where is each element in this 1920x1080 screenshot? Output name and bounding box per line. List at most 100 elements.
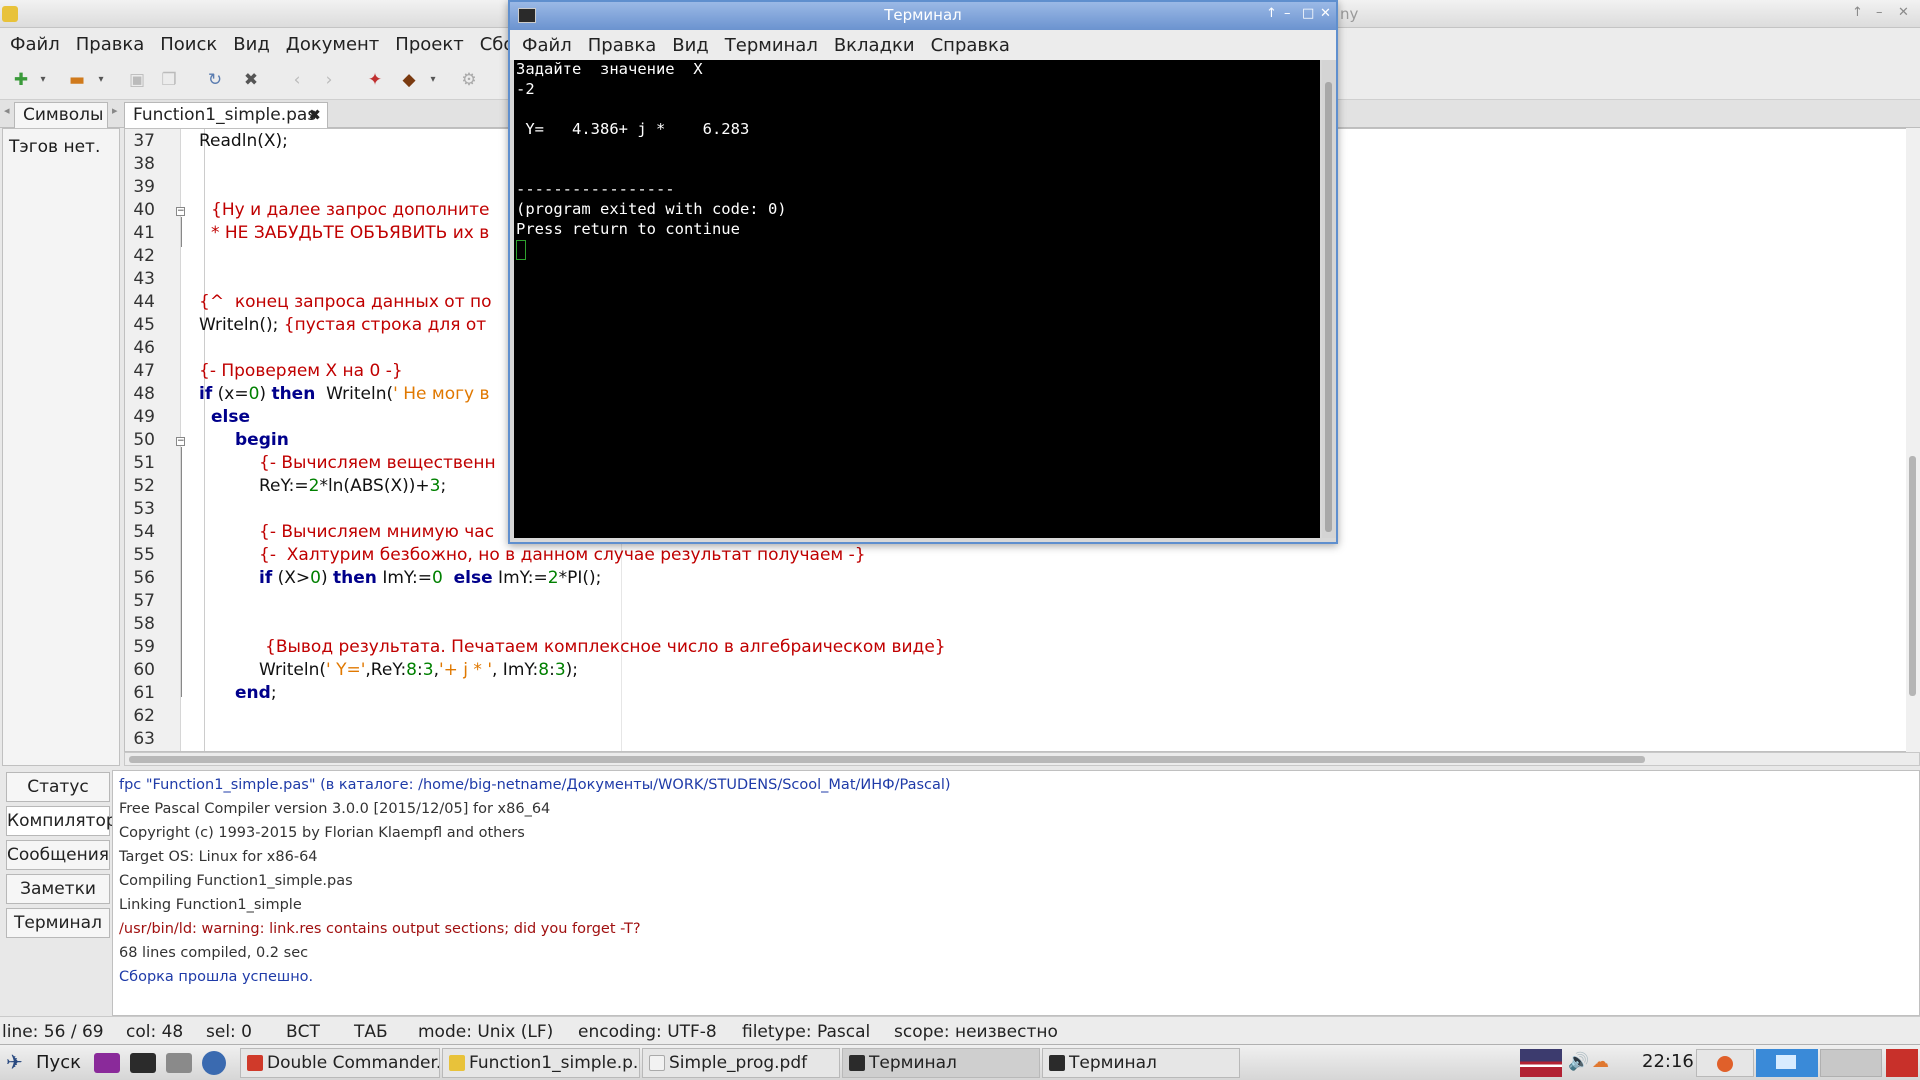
tab-symbols[interactable]: Символы [14, 102, 108, 128]
build-dropdown-icon[interactable]: ▾ [426, 67, 440, 93]
reload-icon[interactable]: ↻ [202, 67, 228, 93]
tab-notes[interactable]: Заметки [6, 874, 110, 904]
volume-icon[interactable]: 🔊 [1568, 1052, 1589, 1072]
save-icon[interactable]: ▣ [124, 67, 150, 93]
code-line: ReY:=2*ln(ABS(X))+3; [259, 476, 447, 496]
new-file-icon[interactable]: ✚ [8, 67, 34, 93]
browser-launcher-icon[interactable] [202, 1051, 226, 1075]
terminal-raise-icon[interactable]: ↑ [1266, 6, 1277, 21]
terminal-titlebar[interactable]: Терминал ↑ – □ ✕ [510, 2, 1336, 30]
tab-terminal[interactable]: Терминал [6, 908, 110, 938]
launcher-icon[interactable] [94, 1053, 120, 1073]
scroll-thumb[interactable] [129, 756, 1645, 763]
status-bar: line: 56 / 69 col: 48 sel: 0 ВСТ ТАБ mod… [0, 1016, 1920, 1044]
code-line: begin [235, 430, 289, 450]
menu-search[interactable]: Поиск [152, 34, 225, 55]
tab-messages[interactable]: Сообщения [6, 840, 110, 870]
compile-icon[interactable]: ✦ [362, 67, 388, 93]
back-icon[interactable]: ‹ [284, 67, 310, 93]
line-number: 51 [133, 453, 155, 473]
desktop-2[interactable] [1756, 1049, 1818, 1077]
terminal-launcher-icon[interactable] [130, 1053, 156, 1073]
log-line: Free Pascal Compiler version 3.0.0 [2015… [119, 801, 551, 817]
build-icon[interactable]: ◆ [396, 67, 422, 93]
editor-horizontal-scrollbar[interactable] [124, 752, 1920, 766]
log-line[interactable]: fpc "Function1_simple.pas" (в каталоге: … [119, 777, 951, 793]
terminal-menu-edit[interactable]: Правка [580, 35, 665, 56]
file-manager-launcher-icon[interactable] [166, 1053, 192, 1073]
desktop-1[interactable] [1696, 1049, 1754, 1077]
terminal-window[interactable]: Терминал ↑ – □ ✕ Файл Правка Вид Термина… [508, 0, 1338, 544]
task-pdf[interactable]: Simple_prog.pdf [642, 1048, 840, 1078]
logout-icon[interactable] [1886, 1049, 1918, 1077]
close-icon[interactable]: ✕ [1898, 5, 1909, 20]
terminal-menu-tabs[interactable]: Вкладки [826, 35, 923, 56]
editor-vertical-scrollbar[interactable] [1906, 128, 1920, 752]
task-terminal-1[interactable]: Терминал [842, 1048, 1040, 1078]
tab-scroll-right-icon[interactable]: ▸ [112, 104, 118, 117]
menu-file[interactable]: Файл [2, 34, 68, 55]
terminal-scrollbar[interactable] [1322, 60, 1336, 538]
menu-project[interactable]: Проект [387, 34, 471, 55]
tab-file-label: Function1_simple.pas [133, 105, 317, 125]
open-folder-icon[interactable]: ▬ [64, 67, 90, 93]
minimize-icon[interactable]: – [1876, 5, 1883, 20]
menu-document[interactable]: Документ [278, 34, 388, 55]
forward-icon[interactable]: › [316, 67, 342, 93]
tab-scroll-left-icon[interactable]: ◂ [4, 104, 10, 117]
save-all-icon[interactable]: ❐ [156, 67, 182, 93]
status-filetype: filetype: Pascal [742, 1022, 871, 1042]
task-terminal-2[interactable]: Терминал [1042, 1048, 1240, 1078]
status-insert-mode: ВСТ [286, 1022, 320, 1042]
terminal-menu-help[interactable]: Справка [923, 35, 1018, 56]
network-icon[interactable]: ☁ [1592, 1052, 1609, 1072]
terminal-menu-file[interactable]: Файл [514, 35, 580, 56]
open-dropdown-icon[interactable]: ▾ [94, 67, 108, 93]
log-warning-line[interactable]: /usr/bin/ld: warning: link.res contains … [119, 921, 641, 937]
line-number: 57 [133, 591, 155, 611]
desktop-3[interactable] [1820, 1049, 1882, 1077]
terminal-output-line: (program exited with code: 0) [516, 200, 787, 218]
run-settings-icon[interactable]: ⚙ [456, 67, 482, 93]
terminal-screen[interactable]: Задайте значение X -2 Y= 4.386+ j * 6.28… [514, 60, 1320, 538]
tab-compiler[interactable]: Компилятор [6, 806, 117, 836]
compiler-output[interactable]: fpc "Function1_simple.pas" (в каталоге: … [112, 770, 1920, 1016]
menu-edit[interactable]: Правка [68, 34, 153, 55]
terminal-cursor [516, 240, 526, 260]
firefox-icon [1717, 1056, 1733, 1072]
line-number: 37 [133, 131, 155, 151]
scroll-thumb[interactable] [1325, 82, 1332, 532]
keyboard-layout-flag-icon[interactable] [1520, 1049, 1562, 1077]
code-line: {- Халтурим безбожно, но в данном случае… [259, 545, 866, 565]
fold-toggle-icon[interactable]: − [176, 207, 185, 216]
terminal-output-line: Press return to continue [516, 220, 740, 238]
maximize-up-icon[interactable]: ↑ [1852, 5, 1863, 20]
terminal-menu-view[interactable]: Вид [664, 35, 717, 56]
start-button[interactable]: ✈ Пуск [4, 1049, 86, 1077]
symbols-sidebar: Тэгов нет. [2, 128, 120, 766]
close-file-icon[interactable]: ✖ [238, 67, 264, 93]
terminal-maximize-icon[interactable]: □ [1302, 6, 1314, 21]
line-number: 49 [133, 407, 155, 427]
tab-status[interactable]: Статус [6, 772, 110, 802]
scroll-thumb[interactable] [1909, 456, 1916, 696]
task-double-commander[interactable]: Double Commander... [240, 1048, 440, 1078]
code-line: {Вывод результата. Печатаем комплексное … [265, 637, 946, 657]
log-success-line: Сборка прошла успешно. [119, 969, 314, 985]
menu-view[interactable]: Вид [225, 34, 278, 55]
line-number: 50 [133, 430, 155, 450]
terminal-minimize-icon[interactable]: – [1284, 6, 1291, 21]
fold-toggle-icon[interactable]: − [176, 437, 185, 446]
terminal-close-icon[interactable]: ✕ [1320, 6, 1331, 21]
clock[interactable]: 22:16 [1642, 1051, 1694, 1072]
code-line: if (X>0) then ImY:=0 else ImY:=2*PI(); [259, 568, 602, 588]
tab-close-icon[interactable]: ✖ [308, 103, 321, 127]
code-line: * НЕ ЗАБУДЬТЕ ОБЪЯВИТЬ их в [211, 223, 490, 243]
no-tags-label: Тэгов нет. [9, 137, 101, 157]
terminal-menu-terminal[interactable]: Терминал [717, 35, 826, 56]
new-dropdown-icon[interactable]: ▾ [36, 67, 50, 93]
tab-function1-simple[interactable]: Function1_simple.pas ✖ [124, 102, 328, 128]
task-geany[interactable]: Function1_simple.p... [442, 1048, 640, 1078]
taskbar: ✈ Пуск Double Commander... Function1_sim… [0, 1044, 1920, 1080]
line-number: 58 [133, 614, 155, 634]
